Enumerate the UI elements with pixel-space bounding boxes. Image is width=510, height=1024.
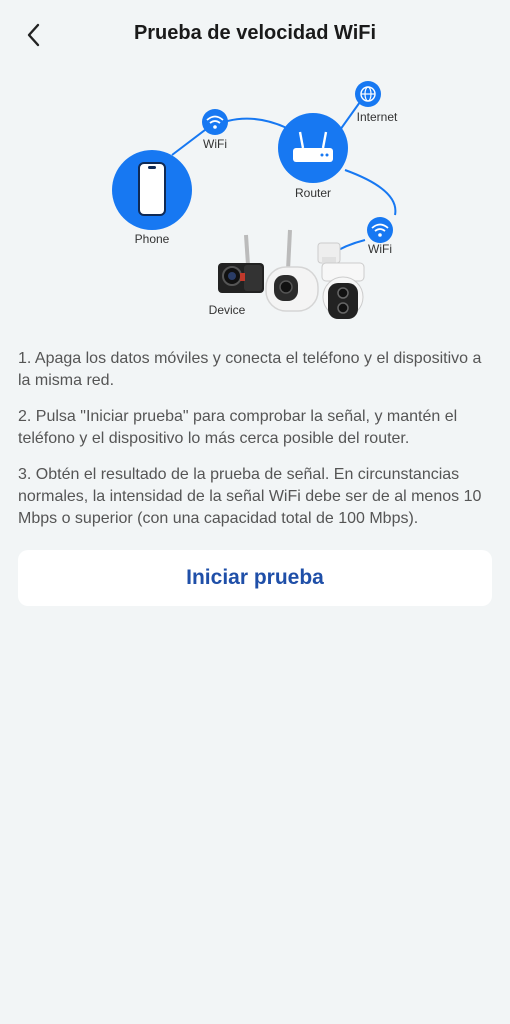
router-label: Router — [295, 186, 331, 200]
top-bar: Prueba de velocidad WiFi — [0, 0, 510, 70]
wifi-icon — [202, 109, 228, 135]
wifi-icon — [367, 217, 393, 243]
instruction-step-2: 2. Pulsa "Iniciar prueba" para comprobar… — [18, 408, 458, 447]
page-title: Prueba de velocidad WiFi — [133, 22, 377, 44]
internet-label: Internet — [357, 110, 398, 124]
start-test-button[interactable]: Iniciar prueba — [18, 550, 492, 606]
phone-label: Phone — [135, 232, 170, 246]
router-node — [278, 113, 348, 183]
instruction-step-1: 1. Apaga los datos móviles y conecta el … — [18, 350, 482, 389]
instructions-list: 1. Apaga los datos móviles y conecta el … — [18, 348, 492, 544]
wifi-label-1: WiFi — [203, 137, 227, 151]
network-diagram: Phone WiFi Router Internet WiFi Device — [0, 75, 510, 330]
wifi-label-2: WiFi — [368, 242, 392, 256]
globe-icon — [355, 81, 381, 107]
instruction-step-3: 3. Obtén el resultado de la prueba de se… — [18, 466, 482, 527]
phone-node — [112, 150, 192, 230]
device-label: Device — [209, 303, 246, 317]
